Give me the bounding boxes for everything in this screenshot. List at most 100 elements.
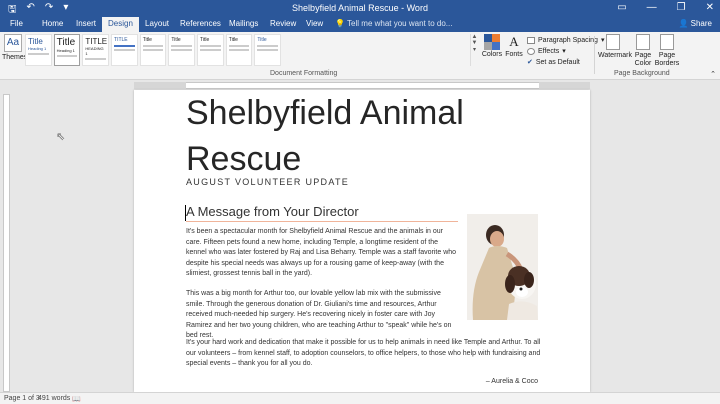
ribbon-design: Aa Themes Title Heading 1 Title Heading 1 … (0, 32, 720, 80)
watermark-label: Watermark (598, 52, 632, 59)
tab-file[interactable]: File (10, 19, 23, 28)
section-heading[interactable]: A Message from Your Director (186, 204, 458, 222)
style-set-thumb[interactable]: Title (225, 34, 253, 66)
tab-insert[interactable]: Insert (76, 19, 96, 28)
restore-button[interactable]: ❐ (677, 2, 686, 13)
fonts-button[interactable]: A Fonts (503, 34, 525, 58)
page-borders-icon (660, 34, 674, 50)
mouse-pointer-icon: ⇖ (56, 131, 66, 143)
body-paragraph[interactable]: It's your hard work and dedication that … (186, 338, 542, 370)
document-title[interactable]: Shelbyfield Animal Rescue (186, 90, 566, 182)
style-set-line (114, 49, 135, 51)
proofing-icon[interactable]: 📖 (72, 395, 81, 403)
tab-design[interactable]: Design (102, 17, 139, 32)
photo-illustration (467, 214, 538, 320)
style-set-line (228, 45, 250, 47)
group-separator (594, 36, 595, 74)
document-subtitle[interactable]: AUGUST VOLUNTEER UPDATE (186, 177, 349, 187)
page-indicator[interactable]: Page 1 of 3 (4, 395, 40, 402)
tab-home[interactable]: Home (42, 19, 63, 28)
themes-button[interactable]: Aa Themes (2, 34, 28, 61)
signature[interactable]: – Aurelia & Coco (486, 378, 538, 385)
style-set-sub: HEADING 1 (85, 46, 104, 56)
effects-label: Effects (538, 48, 560, 55)
paragraph-spacing-label: Paragraph Spacing (538, 37, 598, 44)
gallery-scroll[interactable]: ▲ ▼ ▾ (470, 34, 478, 66)
watermark-button[interactable]: Watermark (598, 34, 632, 60)
style-set-thumb[interactable]: TITLE HEADING 1 (82, 34, 110, 66)
body-paragraph[interactable]: This was a big month for Arthur too, our… (186, 289, 458, 342)
title-bar: 🖫 ↶ ↷ ▾ Shelbyfield Animal Rescue - Word… (0, 0, 720, 17)
ruler-left-margin (134, 82, 186, 89)
style-set-heading: Title (56, 37, 76, 48)
page-background-group-label: Page Background (614, 70, 670, 77)
style-set-line (28, 53, 49, 55)
tell-me-box[interactable]: 💡 Tell me what you want to do... (335, 19, 452, 28)
ribbon-display-icon[interactable]: ▭ (617, 2, 626, 13)
style-set-line (257, 45, 279, 47)
style-set-heading: TITLE (85, 37, 108, 46)
style-set-heading: TITLE (114, 37, 128, 43)
ruler-right-margin (539, 82, 590, 89)
collapse-ribbon-icon[interactable]: ⌃ (710, 70, 716, 78)
theme-color-swatch (492, 34, 500, 42)
style-set-gallery: Title Heading 1 Title Heading 1 TITLE HEADI… (25, 34, 282, 68)
style-set-heading: Title (228, 37, 238, 43)
style-set-thumb[interactable]: Title (254, 34, 282, 66)
tab-layout[interactable]: Layout (145, 19, 169, 28)
word-count[interactable]: 491 words (38, 395, 70, 402)
style-set-sub: Heading 1 (56, 48, 75, 53)
style-set-thumb[interactable]: Title (139, 34, 167, 66)
share-button[interactable]: 👤 Share (678, 19, 712, 28)
paragraph-spacing-button[interactable]: Paragraph Spacing ▾ (527, 35, 604, 46)
style-set-line (85, 58, 107, 60)
minimize-button[interactable]: — (647, 2, 657, 13)
lightbulb-icon: 💡 (335, 19, 348, 28)
style-set-thumb[interactable]: Title (168, 34, 196, 66)
style-set-line (142, 45, 164, 47)
close-button[interactable]: ✕ (706, 2, 714, 13)
effects-button[interactable]: Effects ▾ (527, 46, 604, 57)
ruler-track (134, 82, 590, 89)
tab-review[interactable]: Review (270, 19, 296, 28)
page-color-label: Page Color (634, 52, 652, 67)
body-paragraph[interactable]: It's been a spectacular month for Shelby… (186, 227, 458, 280)
fonts-label: Fonts (505, 51, 523, 58)
page-borders-button[interactable]: Page Borders (652, 34, 682, 68)
theme-color-swatch (492, 42, 500, 50)
set-as-default-button[interactable]: ✔ Set as Default (527, 57, 604, 68)
colors-button[interactable]: Colors (481, 34, 503, 58)
person-icon: 👤 (678, 19, 691, 28)
paragraph-spacing-icon (527, 37, 535, 44)
gallery-more-icon[interactable]: ▾ (471, 46, 478, 53)
style-set-thumb[interactable]: Title (197, 34, 224, 66)
checkmark-icon: ✔ (527, 59, 533, 66)
document-page[interactable]: Shelbyfield Animal Rescue AUGUST VOLUNTE… (134, 90, 590, 392)
tell-me-placeholder: Tell me what you want to do... (347, 19, 453, 28)
style-set-line (171, 45, 193, 47)
status-bar: Page 1 of 3 491 words 📖 (0, 392, 720, 404)
style-set-line (56, 55, 78, 57)
ribbon-tabs: File Home Insert Design Layout Reference… (0, 17, 720, 32)
ruler-track (3, 94, 10, 392)
formatting-options: Paragraph Spacing ▾ Effects ▾ ✔ Set as Defa… (527, 35, 604, 68)
style-set-thumb[interactable]: Title Heading 1 (53, 34, 81, 66)
style-set-thumb[interactable]: Title Heading 1 (25, 34, 52, 66)
effects-icon (527, 48, 535, 55)
woman-and-dog-photo[interactable] (467, 214, 538, 320)
themes-label: Themes (2, 54, 28, 61)
style-set-line (257, 49, 279, 51)
style-set-thumb[interactable]: TITLE (111, 34, 138, 66)
style-set-sub: Heading 1 (28, 46, 47, 51)
style-set-line (200, 45, 221, 47)
style-set-heading: Title (142, 37, 152, 43)
document-formatting-group-label: Document Formatting (270, 70, 338, 77)
page-color-icon (636, 34, 650, 50)
vertical-ruler[interactable] (0, 90, 12, 392)
tab-mailings[interactable]: Mailings (229, 19, 258, 28)
tab-references[interactable]: References (180, 19, 221, 28)
tab-view[interactable]: View (306, 19, 323, 28)
window-controls: ▭ — ❐ ✕ (617, 2, 714, 13)
horizontal-ruler[interactable] (0, 81, 720, 90)
style-set-heading: Title (171, 37, 181, 43)
